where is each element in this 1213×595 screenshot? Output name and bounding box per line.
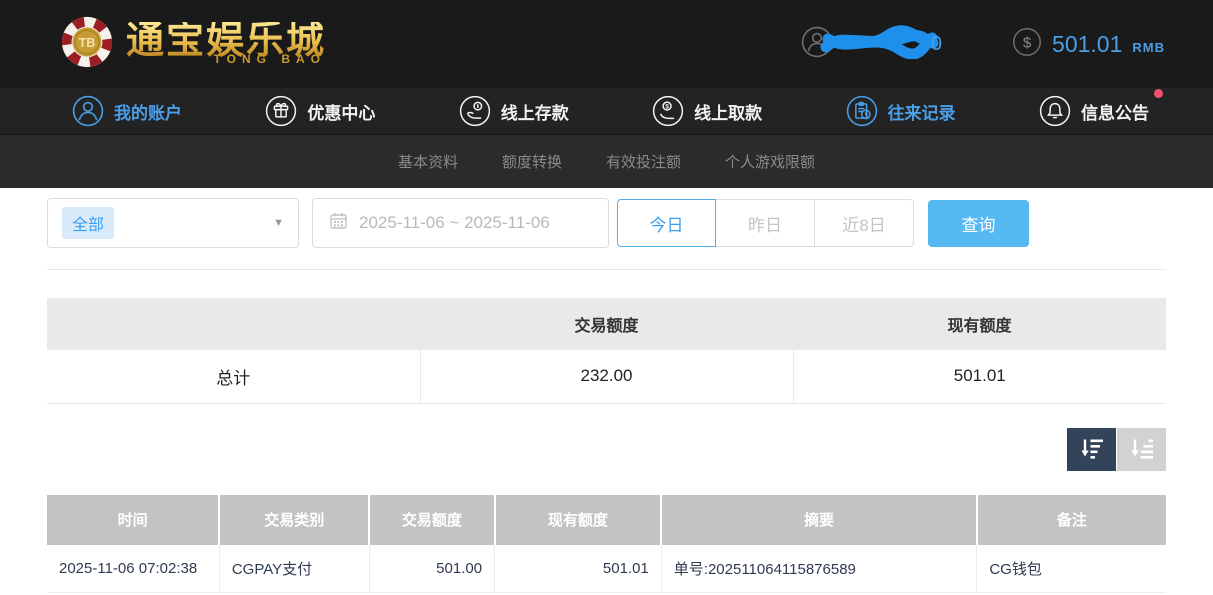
site-subtitle: TONG BAO (126, 52, 326, 66)
sort-descending-icon (1078, 437, 1106, 461)
chevron-down-icon: ▼ (273, 217, 284, 229)
sort-controls (47, 428, 1166, 471)
username-visible-suffix: 0 (931, 33, 942, 56)
subnav-item-quota-transfer[interactable]: 额度转换 (502, 151, 562, 172)
main-content: 全部 ▼ 2025-11-06 ~ 2025-11-06 (0, 198, 1213, 593)
records-header-summary: 摘要 (661, 495, 977, 545)
clipboard-clock-icon (846, 95, 878, 127)
nav-label: 往来记录 (888, 99, 956, 124)
nav-item-transaction-records[interactable]: 往来记录 (846, 95, 956, 127)
category-selected-tag: 全部 (62, 207, 114, 239)
site-logo[interactable]: TB 通宝娱乐城 TONG BAO (60, 15, 326, 74)
gift-icon (265, 95, 297, 127)
hand-coin-withdraw-icon: $ (652, 95, 684, 127)
summary-total-row: 总计 232.00 501.01 (47, 350, 1166, 403)
records-header-transaction-type: 交易类别 (219, 495, 369, 545)
nav-item-online-withdrawal[interactable]: $ 线上取款 (652, 95, 762, 127)
top-header: TB 通宝娱乐城 TONG BAO (0, 0, 1213, 88)
records-header-current-amount: 现有额度 (495, 495, 662, 545)
notification-badge-dot (1154, 89, 1163, 98)
nav-item-announcements[interactable]: 信息公告 (1039, 95, 1149, 127)
summary-header-transaction-amount: 交易额度 (420, 298, 793, 350)
casino-chip-icon: TB (60, 15, 114, 74)
nav-item-online-deposit[interactable]: 线上存款 (459, 95, 569, 127)
nav-label: 我的账户 (114, 99, 182, 124)
records-header-row: 时间 交易类别 交易额度 现有额度 摘要 备注 (47, 495, 1166, 545)
balance-currency: RMB (1132, 40, 1165, 55)
calendar-icon (329, 211, 348, 235)
range-button-today[interactable]: 今日 (617, 199, 716, 247)
nav-item-promotions[interactable]: 优惠中心 (265, 95, 375, 127)
record-current-amount: 501.01 (495, 545, 662, 593)
nav-label: 优惠中心 (307, 99, 375, 124)
sort-descending-button[interactable] (1067, 428, 1116, 471)
summary-total-label: 总计 (47, 350, 420, 403)
summary-transaction-amount: 232.00 (420, 350, 793, 403)
filter-bar: 全部 ▼ 2025-11-06 ~ 2025-11-06 (47, 198, 1166, 248)
records-header-transaction-amount: 交易额度 (369, 495, 494, 545)
records-table: 时间 交易类别 交易额度 现有额度 摘要 备注 2025-11-06 07:02… (47, 495, 1166, 594)
record-time: 2025-11-06 07:02:38 (47, 545, 219, 593)
record-transaction-amount: 501.00 (369, 545, 494, 593)
summary-header-current-amount: 现有额度 (793, 298, 1166, 350)
nav-label: 信息公告 (1081, 99, 1149, 124)
query-button[interactable]: 查询 (928, 200, 1029, 247)
account-subnav: 基本资料 额度转换 有效投注额 个人游戏限额 (0, 135, 1213, 188)
bell-icon (1039, 95, 1071, 127)
summary-header-row: 交易额度 现有额度 (47, 298, 1166, 350)
date-range-value: 2025-11-06 ~ 2025-11-06 (359, 213, 550, 233)
summary-table: 交易额度 现有额度 总计 232.00 501.01 (47, 298, 1166, 404)
subnav-item-personal-game-limit[interactable]: 个人游戏限额 (725, 151, 815, 172)
svg-text:$: $ (1023, 34, 1032, 51)
user-icon (72, 95, 104, 127)
balance-display[interactable]: $ 501.01 RMB (1012, 27, 1165, 62)
dollar-icon: $ (1012, 27, 1042, 62)
subnav-item-valid-bets[interactable]: 有效投注额 (606, 151, 681, 172)
records-header-remark: 备注 (977, 495, 1166, 545)
svg-text:TB: TB (79, 35, 96, 49)
summary-header-empty (47, 298, 420, 350)
section-divider (47, 269, 1166, 270)
balance-amount: 501.01 (1052, 31, 1122, 58)
svg-text:$: $ (665, 103, 669, 110)
record-transaction-type: CGPAY支付 (219, 545, 369, 593)
summary-current-amount: 501.01 (793, 350, 1166, 403)
table-row: 2025-11-06 07:02:38 CGPAY支付 501.00 501.0… (47, 545, 1166, 593)
nav-label: 线上存款 (501, 99, 569, 124)
account-username[interactable]: 0 (801, 25, 942, 64)
sort-ascending-button[interactable] (1117, 428, 1166, 471)
range-button-yesterday[interactable]: 昨日 (716, 199, 815, 247)
record-summary: 单号:202511064115876589 (661, 545, 977, 593)
records-header-time: 时间 (47, 495, 219, 545)
range-button-last-8-days[interactable]: 近8日 (815, 199, 914, 247)
date-range-input[interactable]: 2025-11-06 ~ 2025-11-06 (312, 198, 609, 248)
record-remark: CG钱包 (977, 545, 1166, 593)
redacted-username-scribble (819, 25, 941, 64)
nav-label: 线上取款 (694, 99, 762, 124)
main-navigation: 我的账户 优惠中心 线上存款 (0, 88, 1213, 135)
sort-ascending-icon (1128, 437, 1156, 461)
nav-item-my-account[interactable]: 我的账户 (72, 95, 182, 127)
hand-coin-deposit-icon (459, 95, 491, 127)
quick-range-group: 今日 昨日 近8日 (617, 199, 914, 247)
category-select[interactable]: 全部 ▼ (47, 198, 299, 248)
subnav-item-basic-info[interactable]: 基本资料 (398, 151, 458, 172)
